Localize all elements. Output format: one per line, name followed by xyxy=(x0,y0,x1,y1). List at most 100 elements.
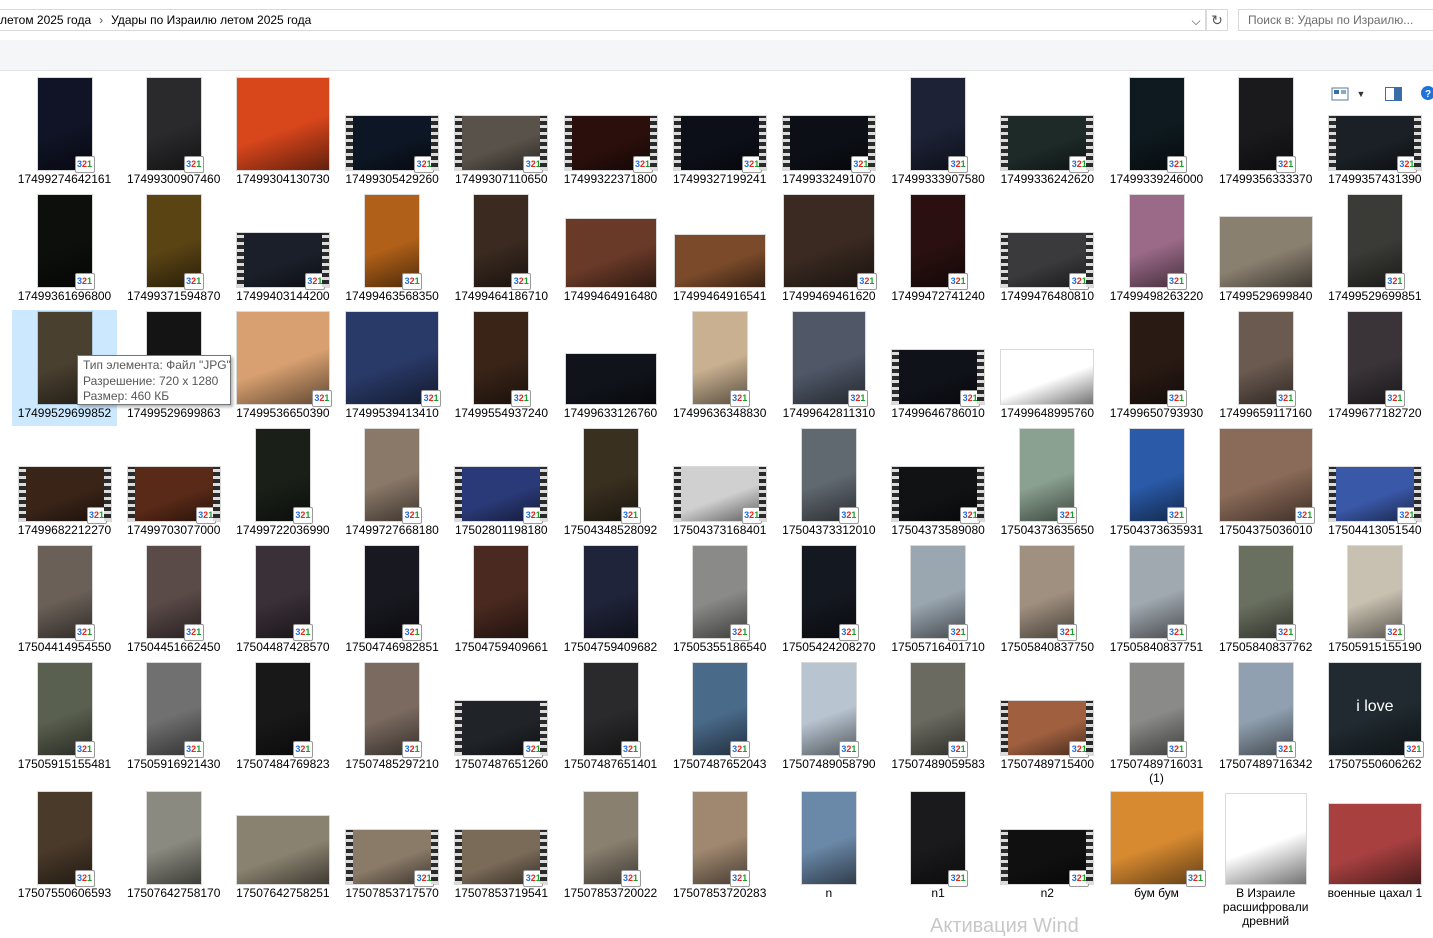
file-item[interactable]: 321 17499642811310 xyxy=(776,310,881,426)
file-item[interactable]: 321 17507853720022 xyxy=(558,790,663,906)
file-item[interactable]: 321 17504373168401 xyxy=(667,427,772,543)
file-item[interactable]: 321 17499498263220 xyxy=(1104,193,1209,309)
file-item[interactable]: 321 17507485297210 xyxy=(340,661,445,777)
file-item[interactable]: 321 17504451662450 xyxy=(121,544,226,660)
file-item[interactable]: 321 17499646786010 xyxy=(886,310,991,426)
file-item[interactable]: 321 17499677182720 xyxy=(1322,310,1427,426)
file-item[interactable]: 321 17499305429260 xyxy=(340,76,445,192)
file-item[interactable]: 17499633126760 xyxy=(558,310,663,426)
file-item[interactable]: 321 17505840837762 xyxy=(1213,544,1318,660)
file-item[interactable]: В Израиле расшифровали древний xyxy=(1213,790,1318,928)
file-item[interactable]: 321 n1 xyxy=(886,790,991,906)
file-item[interactable]: 321 17505840837750 xyxy=(995,544,1100,660)
file-thumbnail xyxy=(124,792,223,884)
file-item[interactable]: 321 17507853720283 xyxy=(667,790,772,906)
file-item[interactable]: 321 17505355186540 xyxy=(667,544,772,660)
file-item[interactable]: 321 17499722036990 xyxy=(230,427,335,543)
file-item[interactable]: 321 17502801198180 xyxy=(449,427,554,543)
file-item[interactable]: 17499464916541 xyxy=(667,193,772,309)
file-item[interactable]: 321 17499403144200 xyxy=(230,193,335,309)
file-item[interactable]: 321 17507487652043 xyxy=(667,661,772,777)
file-item[interactable]: 321 17507489716031 (1) xyxy=(1104,661,1209,785)
refresh-icon[interactable]: ↻ xyxy=(1206,9,1228,31)
file-item[interactable]: 321 17499357431390 xyxy=(1322,76,1427,192)
file-item[interactable]: 17499529699840 xyxy=(1213,193,1318,309)
file-item[interactable]: 321 17499463568350 xyxy=(340,193,445,309)
file-item[interactable]: 321 17507489059583 xyxy=(886,661,991,777)
file-item[interactable]: 321 17505915155190 xyxy=(1322,544,1427,660)
file-item[interactable]: 321 17499636348830 xyxy=(667,310,772,426)
file-item[interactable]: 321 17504348528092 xyxy=(558,427,663,543)
file-item[interactable]: 17504759409682 xyxy=(558,544,663,660)
file-item[interactable]: 321 17499469461620 xyxy=(776,193,881,309)
file-item[interactable]: 321 17499554937240 xyxy=(449,310,554,426)
file-item[interactable]: 321 n2 xyxy=(995,790,1100,906)
search-input[interactable]: Поиск в: Удары по Израилю... xyxy=(1238,9,1433,31)
media-player-badge-icon: 321 xyxy=(86,507,107,524)
file-item[interactable]: 321 17507853717570 xyxy=(340,790,445,906)
file-item[interactable]: 321 17499307110650 xyxy=(449,76,554,192)
breadcrumb[interactable]: летом 2025 года › Удары по Израилю летом… xyxy=(0,9,1206,31)
file-item[interactable]: 321 17499536650390 xyxy=(230,310,335,426)
file-item[interactable]: 321 17499274642161 xyxy=(12,76,117,192)
file-item[interactable]: 321 17499464186710 xyxy=(449,193,554,309)
file-item[interactable]: 321 17499472741240 xyxy=(886,193,991,309)
file-item[interactable]: 321 17507487651260 xyxy=(449,661,554,777)
file-item[interactable]: 321 17504373635650 xyxy=(995,427,1100,543)
file-item[interactable]: 321 17499361696800 xyxy=(12,193,117,309)
file-item[interactable]: 321 17505840837751 xyxy=(1104,544,1209,660)
file-item[interactable]: 321 17505915155481 xyxy=(12,661,117,777)
image-preview: 321 xyxy=(236,312,332,407)
file-item[interactable]: 17507642758251 xyxy=(230,790,335,906)
file-item[interactable]: 321 17499332491070 xyxy=(776,76,881,192)
file-item[interactable]: 321 17504487428570 xyxy=(230,544,335,660)
file-item[interactable]: 321 17499659117160 xyxy=(1213,310,1318,426)
file-item[interactable]: 321 17504413051540 xyxy=(1322,427,1427,543)
file-item[interactable]: 321 17499529699851 xyxy=(1322,193,1427,309)
file-item[interactable]: 321 17507487651401 xyxy=(558,661,663,777)
file-item[interactable]: 321 17499539413410 xyxy=(340,310,445,426)
file-item[interactable]: i love 321 17507550606262 xyxy=(1322,661,1427,777)
file-item[interactable]: 321 17504746982851 xyxy=(340,544,445,660)
file-item[interactable]: 321 17499476480810 xyxy=(995,193,1100,309)
file-item[interactable]: 17507642758170 xyxy=(121,790,226,906)
file-item[interactable]: 321 17507853719541 xyxy=(449,790,554,906)
file-item[interactable]: 321 17499336242620 xyxy=(995,76,1100,192)
file-item[interactable]: военные цахал 1 xyxy=(1322,790,1427,906)
file-item[interactable]: 17504759409661 xyxy=(449,544,554,660)
file-item[interactable]: 321 17499371594870 xyxy=(121,193,226,309)
file-item[interactable]: 321 17499327199241 xyxy=(667,76,772,192)
file-item[interactable]: 321 17505424208270 xyxy=(776,544,881,660)
file-item[interactable]: 321 17499322371800 xyxy=(558,76,663,192)
file-item[interactable]: 321 17504375036010 xyxy=(1213,427,1318,543)
file-item[interactable]: 17499648995760 xyxy=(995,310,1100,426)
media-player-badge-icon: 321 xyxy=(1166,507,1187,524)
file-item[interactable]: 321 17507489715400 xyxy=(995,661,1100,777)
breadcrumb-item-current[interactable]: Удары по Израилю летом 2025 года xyxy=(111,13,311,27)
file-item[interactable]: 321 17499650793930 xyxy=(1104,310,1209,426)
breadcrumb-item-parent[interactable]: летом 2025 года xyxy=(0,13,91,27)
file-item[interactable]: 321 бум бум xyxy=(1104,790,1209,906)
chevron-down-icon[interactable]: ⌵ xyxy=(1188,13,1204,29)
file-item[interactable]: 321 17499703077000 xyxy=(121,427,226,543)
file-item[interactable]: 321 17507484769823 xyxy=(230,661,335,777)
file-item[interactable]: 321 17504373312010 xyxy=(776,427,881,543)
file-item[interactable]: 321 17499300907460 xyxy=(121,76,226,192)
file-item[interactable]: 17499304130730 xyxy=(230,76,335,192)
file-item[interactable]: n xyxy=(776,790,881,906)
file-item[interactable]: 321 17507489716342 xyxy=(1213,661,1318,777)
file-item[interactable]: 321 17499682212270 xyxy=(12,427,117,543)
file-item[interactable]: 321 17504373635931 xyxy=(1104,427,1209,543)
file-thumbnail: 321 xyxy=(343,663,442,758)
file-item[interactable]: 321 17504373589080 xyxy=(886,427,991,543)
file-item[interactable]: 17499464916480 xyxy=(558,193,663,309)
file-item[interactable]: 321 17499356333370 xyxy=(1213,76,1318,192)
file-item[interactable]: 321 17499727668180 xyxy=(340,427,445,543)
file-item[interactable]: 321 17507550606593 xyxy=(12,790,117,906)
file-item[interactable]: 321 17499339246000 xyxy=(1104,76,1209,192)
file-item[interactable]: 321 17499333907580 xyxy=(886,76,991,192)
file-item[interactable]: 321 17505916921430 xyxy=(121,661,226,777)
file-item[interactable]: 321 17505716401710 xyxy=(886,544,991,660)
file-item[interactable]: 321 17507489058790 xyxy=(776,661,881,777)
file-item[interactable]: 321 17504414954550 xyxy=(12,544,117,660)
